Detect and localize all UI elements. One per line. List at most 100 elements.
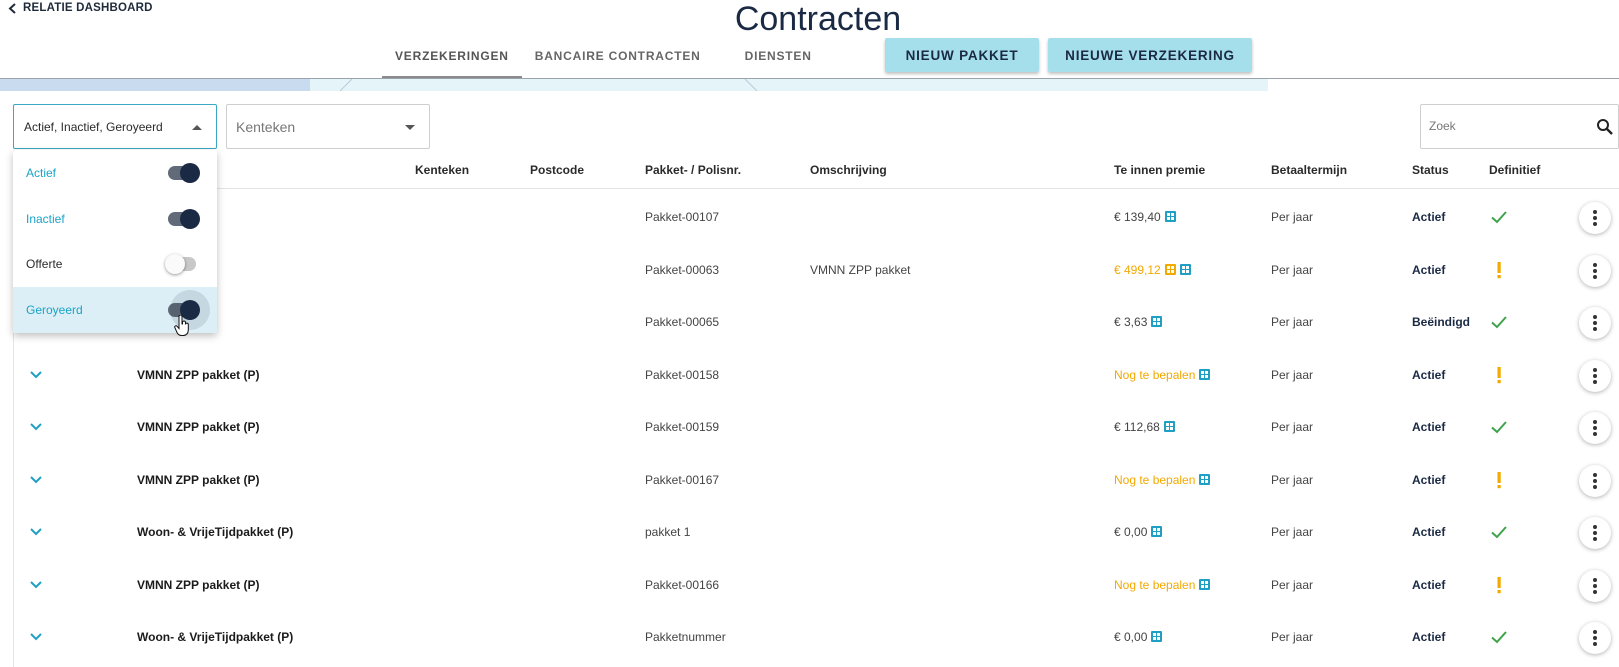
calculation-icon[interactable] xyxy=(1179,263,1191,275)
calculation-icon[interactable] xyxy=(1151,316,1163,327)
column-header-betaaltermijn: Betaaltermijn xyxy=(1271,163,1348,177)
premium-cell: Nog te bepalen xyxy=(1114,472,1211,487)
premium-value: Nog te bepalen xyxy=(1114,472,1196,487)
status-value: Beëindigd xyxy=(1412,315,1471,329)
package-name: VMNN ZPP pakket (P) xyxy=(137,420,260,434)
payment-term: Per jaar xyxy=(1271,367,1314,382)
calculation-icon[interactable] xyxy=(1199,368,1211,380)
policy-number: Pakket-00167 xyxy=(645,472,720,487)
more-actions-button[interactable] xyxy=(1579,464,1611,497)
description: VMNN ZPP pakket xyxy=(810,262,911,277)
kenteken-filter-select[interactable]: Kenteken xyxy=(226,104,430,149)
status-value: Actief xyxy=(1412,630,1446,644)
chevron-down-icon[interactable] xyxy=(29,632,43,642)
table-row[interactable]: Woon- & VrijeTijdpakket (P) Pakketnummer €… xyxy=(13,612,1619,664)
warning-exclamation-icon xyxy=(1497,366,1501,383)
tab-diensten[interactable]: DIENSTEN xyxy=(732,38,825,78)
status-value: Actief xyxy=(1412,262,1446,277)
new-insurance-button[interactable]: NIEUWE VERZEKERING xyxy=(1048,38,1252,72)
chevron-down-icon[interactable] xyxy=(29,527,43,537)
chevron-down-icon[interactable] xyxy=(29,422,43,432)
status-filter-select[interactable]: Actief, Inactief, Geroyeerd xyxy=(13,104,217,149)
more-actions-button[interactable] xyxy=(1579,202,1611,234)
status-option-label: Offerte xyxy=(26,257,63,271)
table-header: Kenteken Postcode Pakket- / Polisnr. Oms… xyxy=(13,150,1619,189)
table-row[interactable]: VMNN ZPP pakket (P) Pakket-00159 € 112,68 P… xyxy=(13,402,1619,454)
search-icon[interactable] xyxy=(1596,118,1614,136)
tab-verzekeringen[interactable]: VERZEKERINGEN xyxy=(382,38,522,78)
chevron-down-icon[interactable] xyxy=(29,370,43,380)
package-name: Woon- & VrijeTijdpakket (P) xyxy=(137,525,294,539)
status-option-offerte[interactable]: Offerte xyxy=(13,241,217,287)
column-header-kenteken: Kenteken xyxy=(415,163,470,177)
chevron-down-icon[interactable] xyxy=(29,580,43,590)
policy-number: Pakket-00166 xyxy=(645,577,720,592)
calculation-icon[interactable] xyxy=(1151,631,1163,642)
policy-number: Pakket-00158 xyxy=(645,367,720,382)
more-actions-button[interactable] xyxy=(1579,412,1611,444)
status-filter-dropdown: Actief Inactief Offerte Geroyeerd xyxy=(13,150,217,333)
table-row[interactable]: Woon- & VrijeTijdpakket (P) pakket 1 € 0,0… xyxy=(13,507,1619,559)
more-actions-button[interactable] xyxy=(1579,517,1611,549)
payment-term: Per jaar xyxy=(1271,472,1314,487)
search-box xyxy=(1420,104,1619,149)
hand-cursor-icon xyxy=(174,315,189,336)
calculation-icon[interactable] xyxy=(1164,211,1176,222)
calculation-icon[interactable] xyxy=(1199,473,1211,485)
toggle-switch-actief[interactable] xyxy=(168,163,200,183)
new-package-button[interactable]: NIEUW PAKKET xyxy=(885,38,1039,72)
contract-tabs: VERZEKERINGEN BANCAIRE CONTRACTEN DIENST… xyxy=(382,38,825,78)
table-row[interactable]: ket (P)Pakket-00065€ 3,63Per jaarBeëindi… xyxy=(13,297,1619,349)
table-row[interactable]: ket (P)Pakket-00107€ 139,40Per jaarActie… xyxy=(13,192,1619,244)
more-actions-button[interactable] xyxy=(1579,569,1611,602)
table-row[interactable]: VMNN ZPP pakket (P) Pakket-00158 Nog te be… xyxy=(13,350,1619,402)
table-row[interactable]: VMNN ZPP pakket (P) Pakket-00167 Nog te be… xyxy=(13,455,1619,507)
payment-term: Per jaar xyxy=(1271,525,1314,539)
search-input[interactable] xyxy=(1429,119,1579,133)
policy-number: Pakket-00065 xyxy=(645,315,720,329)
premium-cell: € 0,00 xyxy=(1114,525,1163,539)
table-row[interactable]: VMNN ZPP pakket (P) Pakket-00166 Nog te be… xyxy=(13,560,1619,612)
status-option-label: Inactief xyxy=(26,212,65,226)
tab-bancaire-contracten[interactable]: BANCAIRE CONTRACTEN xyxy=(522,38,714,78)
check-icon xyxy=(1491,421,1507,434)
status-filter-value: Actief, Inactief, Geroyeerd xyxy=(24,120,163,134)
more-actions-button[interactable] xyxy=(1579,622,1611,654)
premium-cell: Nog te bepalen xyxy=(1114,368,1211,382)
payment-term: Per jaar xyxy=(1271,577,1314,592)
calculation-icon[interactable] xyxy=(1151,526,1163,537)
table-row[interactable]: ket (P)Pakket-00063VMNN ZPP pakket€ 499,… xyxy=(13,245,1619,297)
calculation-icon[interactable] xyxy=(1163,421,1175,432)
page-title: Contracten xyxy=(734,0,902,38)
column-header-premie: Te innen premie xyxy=(1114,163,1206,177)
package-name: VMNN ZPP pakket (P) xyxy=(137,367,260,382)
warning-exclamation-icon xyxy=(1497,576,1501,593)
check-icon xyxy=(1491,211,1507,224)
column-header-omschrijving: Omschrijving xyxy=(810,163,887,177)
warning-exclamation-icon xyxy=(1497,261,1501,278)
status-value: Actief xyxy=(1412,420,1446,434)
premium-value: Nog te bepalen xyxy=(1114,577,1196,592)
toggle-switch-offerte[interactable] xyxy=(165,254,196,274)
more-actions-button[interactable] xyxy=(1579,254,1611,287)
premium-value: € 499,12 xyxy=(1114,262,1161,277)
premium-value: € 0,00 xyxy=(1114,525,1148,539)
status-option-actief[interactable]: Actief xyxy=(13,150,217,196)
calculation-icon[interactable] xyxy=(1199,578,1211,590)
status-option-inactief[interactable]: Inactief xyxy=(13,196,217,242)
more-actions-button[interactable] xyxy=(1579,307,1611,339)
premium-value: € 0,00 xyxy=(1114,630,1148,644)
premium-cell: € 0,00 xyxy=(1114,630,1163,644)
premium-cell: € 112,68 xyxy=(1114,420,1175,434)
kenteken-filter-placeholder: Kenteken xyxy=(236,119,296,135)
calculation-icon[interactable] xyxy=(1164,263,1176,275)
toggle-switch-inactief[interactable] xyxy=(168,209,200,229)
payment-term: Per jaar xyxy=(1271,210,1314,224)
column-header-polisnr: Pakket- / Polisnr. xyxy=(645,163,742,177)
check-icon xyxy=(1491,316,1507,329)
chevron-down-icon[interactable] xyxy=(29,475,43,485)
more-actions-button[interactable] xyxy=(1579,359,1611,392)
premium-cell: Nog te bepalen xyxy=(1114,577,1211,592)
status-option-label: Geroyeerd xyxy=(26,303,83,317)
check-icon xyxy=(1491,526,1507,539)
